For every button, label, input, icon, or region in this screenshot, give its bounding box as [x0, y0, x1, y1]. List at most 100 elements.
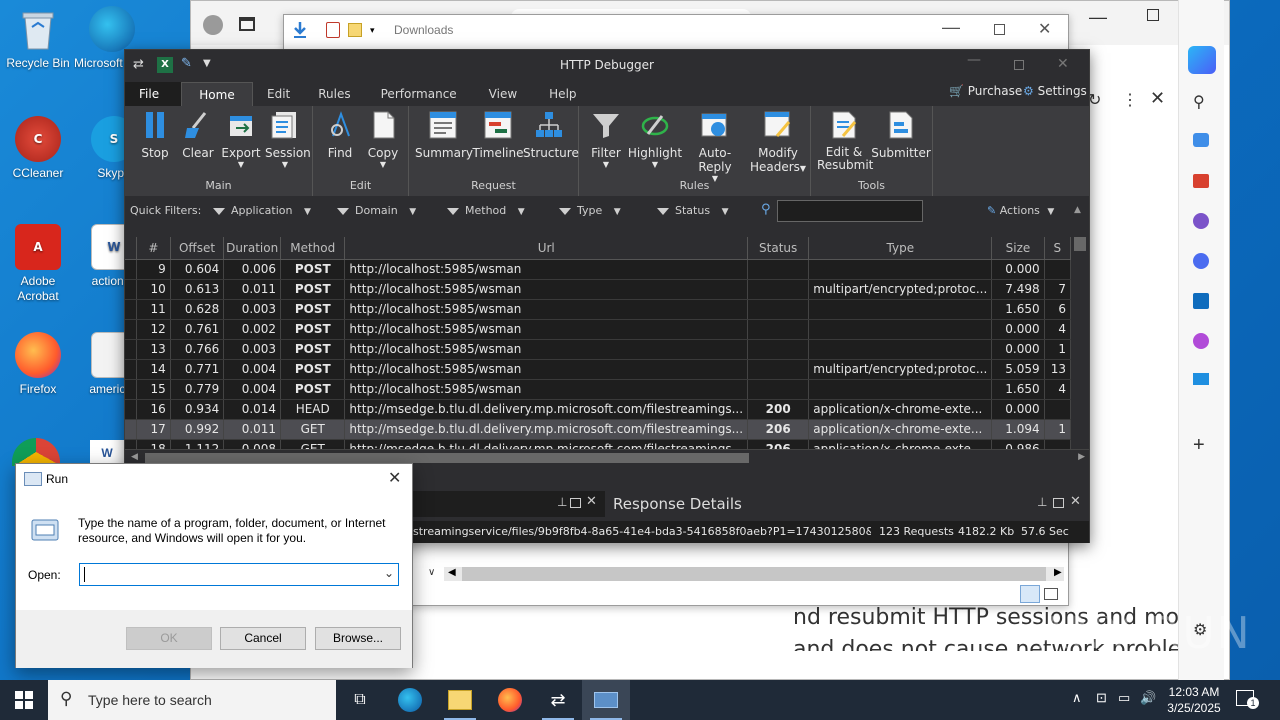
taskbar-edge[interactable]: [386, 680, 434, 720]
close-icon[interactable]: ✕: [1070, 494, 1081, 509]
network-icon[interactable]: ⊡: [1096, 690, 1107, 706]
column-header-duration[interactable]: Duration: [223, 237, 282, 260]
tab-edit[interactable]: Edit: [253, 82, 304, 106]
scroll-up-icon[interactable]: ▲: [1074, 205, 1081, 215]
maximize-icon[interactable]: [1053, 498, 1064, 508]
profile-icon[interactable]: [203, 15, 223, 35]
column-header-url[interactable]: Url: [344, 237, 749, 260]
filter-method[interactable]: Method ▼: [447, 204, 525, 217]
add-icon[interactable]: +: [1193, 434, 1205, 457]
copy-button[interactable]: Copy ▼: [365, 110, 401, 169]
tools-icon[interactable]: [1193, 174, 1209, 188]
column-header-method[interactable]: Method: [280, 237, 346, 260]
column-header-s[interactable]: S: [1044, 237, 1071, 260]
table-row[interactable]: 12 0.761 0.002 POST http://localhost:5985/ws…: [125, 319, 1071, 340]
table-row[interactable]: 14 0.771 0.004 POST http://localhost:5985/ws…: [125, 359, 1071, 380]
chevron-up-icon[interactable]: ∧: [1072, 690, 1082, 706]
column-header-status[interactable]: Status: [747, 237, 810, 260]
tab-rules[interactable]: Rules: [304, 82, 364, 106]
clear-button[interactable]: Clear: [179, 110, 217, 160]
taskbar-search[interactable]: ⚲ Type here to search: [48, 680, 336, 720]
maximize-icon[interactable]: [1014, 60, 1024, 70]
large-icons-view-icon[interactable]: [1044, 588, 1058, 600]
column-header-size[interactable]: Size: [991, 237, 1045, 260]
actions-menu[interactable]: ✎ Actions ▼: [987, 204, 1054, 217]
scroll-down-icon[interactable]: ∨: [428, 567, 435, 578]
taskbar-firefox[interactable]: [486, 680, 534, 720]
taskbar-http-debugger[interactable]: ⇄: [534, 680, 582, 720]
scroll-left-icon[interactable]: ◀: [131, 452, 138, 462]
filter-button[interactable]: Filter ▼: [587, 110, 625, 169]
designer-icon[interactable]: [1193, 333, 1209, 349]
more-icon[interactable]: ⋮: [1122, 90, 1138, 110]
scrollbar-thumb[interactable]: [1074, 237, 1086, 251]
minimize-icon[interactable]: —: [1089, 7, 1107, 28]
chrome-icon[interactable]: [12, 438, 60, 466]
desktop-icon-firefox[interactable]: Firefox: [0, 332, 76, 397]
close-icon[interactable]: ✕: [388, 468, 401, 488]
outlook-icon[interactable]: [1193, 293, 1209, 309]
open-combobox[interactable]: ⌄: [79, 563, 399, 586]
notification-icon[interactable]: 1: [1236, 690, 1259, 709]
vertical-scrollbar[interactable]: ▲ ▼: [1071, 203, 1089, 463]
modify-headers-button[interactable]: Modify Headers▼: [749, 110, 807, 174]
desktop-icon-acrobat[interactable]: A Adobe Acrobat: [0, 224, 76, 304]
settings-button[interactable]: ⚙ Settings: [1023, 84, 1087, 98]
table-row[interactable]: 10 0.613 0.011 POST http://localhost:5985/ws…: [125, 279, 1071, 300]
close-icon[interactable]: ✕: [586, 494, 597, 509]
minimize-icon[interactable]: —: [942, 17, 960, 38]
filter-status[interactable]: Status ▼: [657, 204, 728, 217]
close-icon[interactable]: ✕: [1038, 19, 1051, 39]
tab-help[interactable]: Help: [533, 82, 592, 106]
submitter-button[interactable]: Submitter: [871, 110, 931, 160]
filter-domain[interactable]: Domain ▼: [337, 204, 416, 217]
table-row[interactable]: 11 0.628 0.003 POST http://localhost:5985/ws…: [125, 299, 1071, 320]
scroll-right-icon[interactable]: ▶: [1054, 567, 1062, 578]
scroll-right-icon[interactable]: ▶: [1078, 452, 1085, 462]
refresh-icon[interactable]: ↻: [1088, 90, 1101, 110]
taskbar-run[interactable]: [582, 680, 630, 720]
browse-button[interactable]: Browse...: [315, 627, 401, 650]
details-view-icon[interactable]: [1020, 585, 1040, 603]
highlight-button[interactable]: Highlight ▼: [627, 110, 683, 169]
table-row[interactable]: 16 0.934 0.014 HEAD http://msedge.b.tlu.dl.d…: [125, 399, 1071, 420]
cancel-button[interactable]: Cancel: [220, 627, 306, 650]
clock[interactable]: 12:03 AM 3/25/2025: [1164, 684, 1224, 716]
folder-icon[interactable]: [348, 23, 362, 37]
stop-button[interactable]: Stop: [137, 110, 173, 160]
maximize-icon[interactable]: [570, 498, 581, 508]
volume-icon[interactable]: 🔊: [1140, 690, 1156, 706]
task-view-button[interactable]: ⧉: [336, 680, 384, 720]
send-icon[interactable]: [1193, 373, 1209, 385]
purchase-button[interactable]: 🛒 Purchase: [949, 84, 1022, 98]
column-header-offset[interactable]: Offset: [170, 237, 225, 260]
games-icon[interactable]: [1193, 213, 1209, 229]
filter-type[interactable]: Type ▼: [559, 204, 621, 217]
auto-reply-button[interactable]: Auto-Reply ▼: [683, 110, 747, 183]
pin-icon[interactable]: ⊥: [557, 495, 567, 509]
table-row[interactable]: 9 0.604 0.006 POST http://localhost:5985/wsm…: [125, 259, 1071, 280]
pin-icon[interactable]: ⊥: [1037, 495, 1047, 509]
table-row[interactable]: 15 0.779 0.004 POST http://localhost:5985/ws…: [125, 379, 1071, 400]
close-icon[interactable]: ✕: [1150, 88, 1165, 109]
quick-access-dropdown-icon[interactable]: ▾: [370, 25, 375, 36]
desktop-icon-recycle-bin[interactable]: Recycle Bin: [0, 6, 76, 71]
timeline-button[interactable]: Timeline: [471, 110, 525, 160]
search-input[interactable]: [777, 200, 923, 222]
copilot-icon[interactable]: [1188, 46, 1216, 74]
summary-button[interactable]: Summary: [415, 110, 473, 160]
search-icon[interactable]: ⚲: [1193, 92, 1205, 112]
maximize-icon[interactable]: [994, 24, 1005, 35]
horizontal-scrollbar[interactable]: [444, 567, 1064, 581]
find-button[interactable]: Find: [323, 110, 357, 160]
desktop-icon-ccleaner[interactable]: C CCleaner: [0, 116, 76, 181]
tab-performance[interactable]: Performance: [365, 82, 473, 106]
taskbar-explorer[interactable]: [436, 680, 484, 720]
open-input[interactable]: [84, 566, 374, 583]
start-button[interactable]: [0, 680, 48, 720]
session-button[interactable]: Session ▼: [265, 110, 311, 169]
scroll-left-icon[interactable]: ◀: [448, 567, 456, 578]
tab-home[interactable]: Home: [181, 82, 253, 106]
minimize-icon[interactable]: —: [967, 52, 981, 68]
table-row[interactable]: 17 0.992 0.011 GET http://msedge.b.tlu.dl.de…: [125, 419, 1071, 440]
